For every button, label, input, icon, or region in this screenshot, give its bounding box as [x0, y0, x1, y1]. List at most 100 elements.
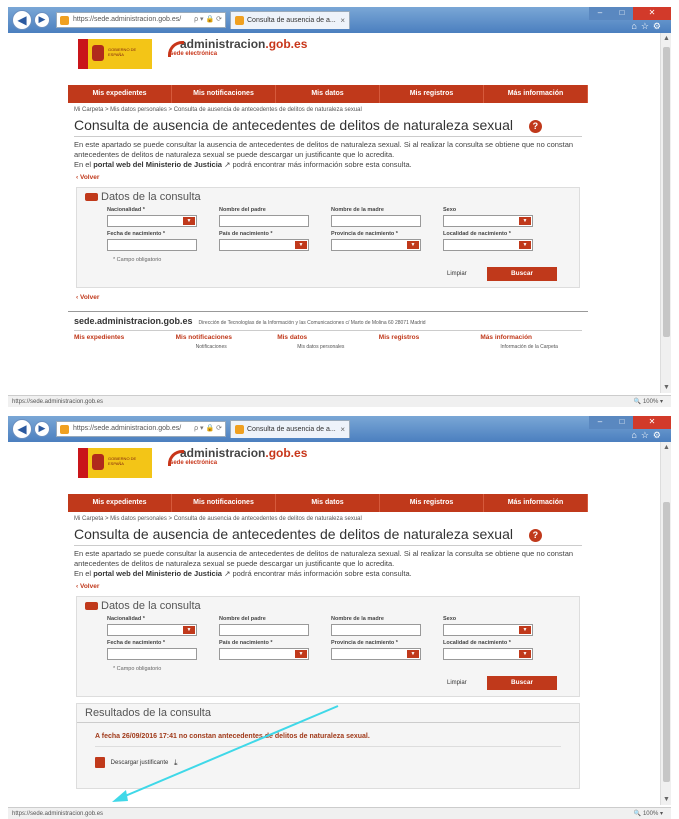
- menu-item-expedientes[interactable]: Mis expedientes: [68, 85, 172, 103]
- clear-button[interactable]: Limpiar: [447, 271, 467, 277]
- back-link[interactable]: ‹ Volver: [68, 579, 588, 594]
- label-padre: Nombre del padre: [219, 616, 266, 622]
- browser-tab[interactable]: Consulta de ausencia de a... ×: [230, 420, 350, 438]
- scroll-down-icon[interactable]: ▼: [661, 384, 671, 391]
- toolbar-icons[interactable]: ⌂☆⚙: [631, 430, 665, 441]
- clear-button[interactable]: Limpiar: [447, 680, 467, 686]
- input-padre[interactable]: [219, 215, 309, 227]
- site-header: GOBIERNO DE ESPAÑA administracion.gob.es…: [68, 442, 588, 494]
- government-logo[interactable]: GOBIERNO DE ESPAÑA: [78, 39, 152, 69]
- zoom-control[interactable]: 🔍 100% ▾: [634, 808, 663, 819]
- back-icon[interactable]: ◀: [12, 10, 32, 30]
- input-padre[interactable]: [219, 624, 309, 636]
- footer-menu-item[interactable]: Mis expedientes: [74, 334, 176, 341]
- input-madre[interactable]: [331, 624, 421, 636]
- select-pais[interactable]: ▼: [219, 239, 309, 251]
- brand-logo[interactable]: administracion.gob.es sede electrónica: [168, 37, 307, 57]
- help-icon[interactable]: ?: [528, 528, 542, 542]
- menu-item-informacion[interactable]: Más información: [484, 494, 588, 512]
- chevron-down-icon: ▼: [295, 241, 307, 249]
- field-padre: Nombre del padre: [219, 616, 331, 636]
- scrollbar[interactable]: ▲ ▼: [660, 33, 671, 393]
- select-provincia[interactable]: ▼: [331, 648, 421, 660]
- download-icon: ⤓: [174, 757, 178, 767]
- address-bar[interactable]: https://sede.administracion.gob.es/ ρ ▾ …: [56, 12, 226, 28]
- scroll-down-icon[interactable]: ▼: [661, 796, 671, 803]
- select-localidad[interactable]: ▼: [443, 239, 533, 251]
- search-button[interactable]: Buscar: [487, 267, 557, 281]
- chevron-down-icon: ▼: [183, 626, 195, 634]
- label-provincia: Provincia de nacimiento *: [331, 640, 398, 646]
- menu-item-registros[interactable]: Mis registros: [380, 494, 484, 512]
- label-pais: País de nacimiento *: [219, 231, 273, 237]
- footer-sub-item[interactable]: [74, 344, 176, 350]
- toolbar-icons[interactable]: ⌂☆⚙: [631, 21, 665, 32]
- menu-item-notificaciones[interactable]: Mis notificaciones: [172, 494, 276, 512]
- address-controls[interactable]: ρ ▾ 🔒 ⟳: [194, 422, 222, 436]
- field-padre: Nombre del padre: [219, 207, 331, 227]
- scroll-thumb[interactable]: [663, 502, 670, 782]
- tab-close-icon[interactable]: ×: [340, 421, 345, 438]
- menu-item-datos[interactable]: Mis datos: [276, 85, 380, 103]
- tab-close-icon[interactable]: ×: [340, 12, 345, 29]
- brand-name-domain: .gob.es: [265, 37, 308, 51]
- back-icon[interactable]: ◀: [12, 419, 32, 439]
- footer-menu-item[interactable]: Mis registros: [379, 334, 481, 341]
- select-sexo[interactable]: ▼: [443, 624, 533, 636]
- label-sexo: Sexo: [443, 207, 457, 213]
- scroll-thumb[interactable]: [663, 47, 670, 337]
- justice-portal-link[interactable]: portal web del Ministerio de Justicia: [93, 160, 222, 169]
- address-bar[interactable]: https://sede.administracion.gob.es/ ρ ▾ …: [56, 421, 226, 437]
- zoom-level: 100%: [642, 811, 659, 817]
- select-sexo[interactable]: ▼: [443, 215, 533, 227]
- justice-portal-link[interactable]: portal web del Ministerio de Justicia: [93, 569, 222, 578]
- select-nacionalidad[interactable]: ▼: [107, 624, 197, 636]
- forward-icon[interactable]: ▶: [34, 421, 50, 437]
- select-pais[interactable]: ▼: [219, 648, 309, 660]
- back-link[interactable]: ‹ Volver: [68, 170, 588, 185]
- select-provincia[interactable]: ▼: [331, 239, 421, 251]
- select-localidad[interactable]: ▼: [443, 648, 533, 660]
- forward-icon[interactable]: ▶: [34, 12, 50, 28]
- menu-item-informacion[interactable]: Más información: [484, 85, 588, 103]
- scroll-up-icon[interactable]: ▲: [661, 35, 671, 42]
- footer-menu-item[interactable]: Mis notificaciones: [176, 334, 278, 341]
- footer-address: Dirección de Tecnologías de la Informaci…: [198, 320, 426, 326]
- close-window-icon[interactable]: ✕: [633, 7, 671, 20]
- brand-logo[interactable]: administracion.gob.es sede electrónica: [168, 446, 307, 466]
- browser-window-results: ◀ ▶ https://sede.administracion.gob.es/ …: [8, 416, 671, 819]
- footer-menu-item[interactable]: Más información: [480, 334, 582, 341]
- back-link-bottom[interactable]: ‹ Volver: [68, 290, 588, 305]
- address-controls[interactable]: ρ ▾ 🔒 ⟳: [194, 13, 222, 27]
- input-fecha[interactable]: [107, 648, 197, 660]
- menu-item-registros[interactable]: Mis registros: [380, 85, 484, 103]
- menu-item-datos[interactable]: Mis datos: [276, 494, 380, 512]
- minimize-icon[interactable]: –: [589, 7, 611, 20]
- menu-item-notificaciones[interactable]: Mis notificaciones: [172, 85, 276, 103]
- close-window-icon[interactable]: ✕: [633, 416, 671, 429]
- minimize-icon[interactable]: –: [589, 416, 611, 429]
- footer-site-name: sede.administracion.gob.es: [74, 316, 193, 326]
- input-madre[interactable]: [331, 215, 421, 227]
- input-fecha[interactable]: [107, 239, 197, 251]
- maximize-icon[interactable]: □: [611, 416, 633, 429]
- government-logo[interactable]: GOBIERNO DE ESPAÑA: [78, 448, 152, 478]
- footer-menu-item[interactable]: Mis datos: [277, 334, 379, 341]
- footer-submenu: Notificaciones Mis datos personales Info…: [74, 341, 582, 350]
- browser-tab[interactable]: Consulta de ausencia de a... ×: [230, 11, 350, 29]
- scrollbar[interactable]: ▲ ▼: [660, 442, 671, 805]
- breadcrumb[interactable]: Mi Carpeta > Mis datos personales > Cons…: [68, 512, 588, 524]
- search-button[interactable]: Buscar: [487, 676, 557, 690]
- menu-item-expedientes[interactable]: Mis expedientes: [68, 494, 172, 512]
- maximize-icon[interactable]: □: [611, 7, 633, 20]
- select-nacionalidad[interactable]: ▼: [107, 215, 197, 227]
- scroll-up-icon[interactable]: ▲: [661, 444, 671, 451]
- footer-sub-item[interactable]: [379, 344, 481, 350]
- breadcrumb[interactable]: Mi Carpeta > Mis datos personales > Cons…: [68, 103, 588, 115]
- footer-sub-item[interactable]: Notificaciones: [176, 344, 278, 350]
- footer-sub-item[interactable]: Información de la Carpeta: [480, 344, 582, 350]
- footer-sub-item[interactable]: Mis datos personales: [277, 344, 379, 350]
- zoom-control[interactable]: 🔍 100% ▾: [634, 396, 663, 407]
- help-icon[interactable]: ?: [528, 119, 542, 133]
- download-certificate-link[interactable]: Descargar justificante ⤓: [77, 751, 579, 774]
